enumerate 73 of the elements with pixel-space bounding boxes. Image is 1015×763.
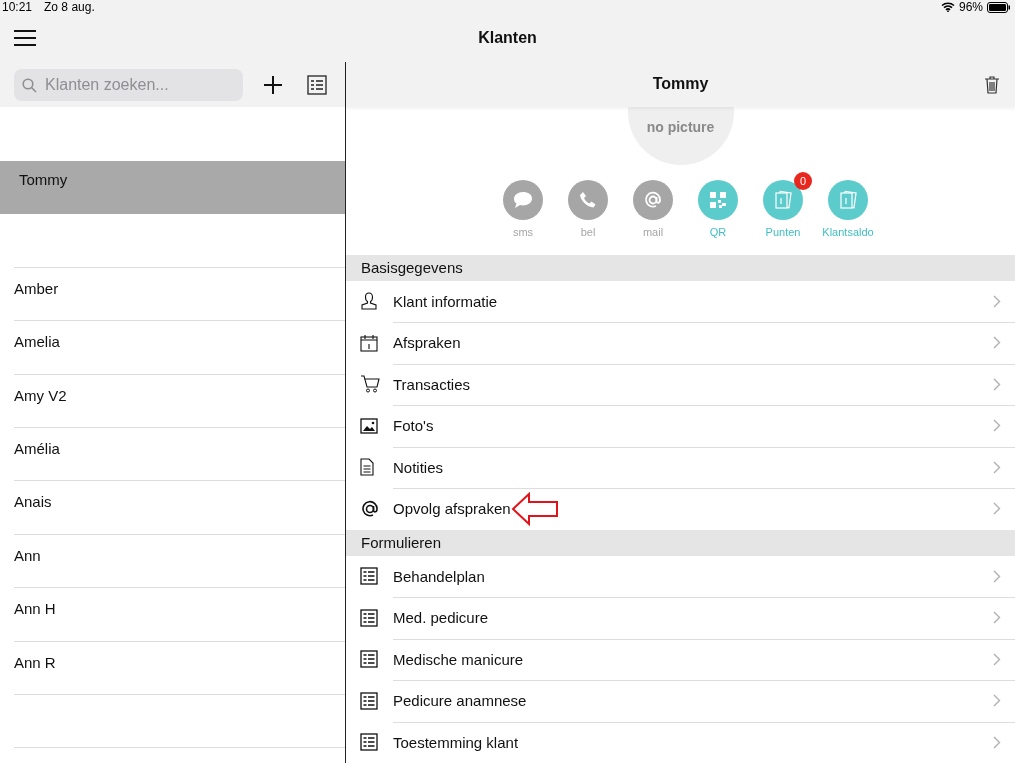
menu-row[interactable]: Med. pedicure bbox=[346, 597, 1015, 639]
menu-row[interactable]: Foto's bbox=[346, 405, 1015, 447]
page-title: Klanten bbox=[478, 29, 537, 47]
action-label: Punten bbox=[765, 225, 801, 238]
menu-row[interactable]: Behandelplan bbox=[346, 555, 1015, 597]
form-icon bbox=[360, 567, 378, 586]
chevron-icon bbox=[993, 652, 1001, 666]
count-badge: 0 bbox=[794, 171, 812, 190]
client-item[interactable]: Ann bbox=[14, 534, 345, 589]
chevron-icon bbox=[993, 694, 1001, 708]
chevron-icon bbox=[993, 502, 1001, 516]
action-button[interactable] bbox=[633, 179, 673, 220]
section-header: Formulieren bbox=[346, 529, 1015, 556]
action-label: bel bbox=[580, 225, 596, 238]
add-icon[interactable] bbox=[263, 74, 283, 95]
battery-percentage: 96% bbox=[958, 0, 983, 14]
chevron-icon bbox=[993, 294, 1001, 308]
client-item[interactable]: Ann R bbox=[14, 641, 345, 695]
menu-row[interactable]: Afspraken bbox=[346, 322, 1015, 364]
chevron-icon bbox=[993, 377, 1001, 391]
at-sign-icon bbox=[643, 189, 663, 210]
battery-icon bbox=[987, 1, 1011, 13]
cards-icon bbox=[774, 189, 792, 210]
wifi-icon bbox=[940, 2, 955, 12]
menu-row[interactable]: Opvolg afspraken bbox=[346, 488, 1015, 530]
form-icon bbox=[360, 691, 378, 710]
menu-row[interactable]: Medische manicure bbox=[346, 638, 1015, 680]
chevron-icon bbox=[993, 336, 1001, 350]
menu-row[interactable]: Notities bbox=[346, 446, 1015, 489]
client-item[interactable]: Amélia bbox=[14, 427, 345, 482]
person-icon bbox=[360, 292, 378, 311]
qr-code-icon bbox=[709, 190, 727, 209]
menu-row[interactable]: Pedicure anamnese bbox=[346, 680, 1015, 722]
shopping-cart-icon bbox=[360, 375, 380, 394]
image-icon bbox=[360, 417, 378, 434]
client-name-title: Tommy bbox=[652, 75, 709, 94]
at-sign-icon bbox=[360, 498, 380, 519]
client-item[interactable]: Tommy bbox=[0, 161, 345, 215]
chevron-icon bbox=[993, 460, 1001, 474]
phone-icon bbox=[579, 190, 597, 209]
search-input[interactable]: Klanten zoeken... bbox=[14, 68, 243, 101]
menu-icon[interactable] bbox=[14, 30, 36, 46]
status-date: Zo 8 aug. bbox=[44, 0, 95, 14]
form-icon bbox=[360, 733, 378, 752]
action-label: QR bbox=[709, 225, 727, 238]
status-time: 10:21 bbox=[2, 0, 33, 14]
section-header: Basisgegevens bbox=[346, 254, 1015, 281]
cards-icon bbox=[839, 189, 857, 210]
form-icon bbox=[360, 608, 378, 627]
action-button[interactable] bbox=[568, 179, 608, 220]
client-item[interactable]: Anais bbox=[14, 481, 345, 535]
avatar-caption: no picture bbox=[646, 118, 715, 135]
client-item[interactable]: Amber bbox=[14, 267, 345, 322]
trash-icon[interactable] bbox=[985, 76, 999, 94]
menu-row[interactable]: Transacties bbox=[346, 363, 1015, 406]
action-label: mail bbox=[642, 225, 664, 238]
client-item[interactable]: Amy V2 bbox=[14, 374, 345, 428]
chat-bubble-icon bbox=[513, 190, 533, 209]
client-item[interactable]: Ann H bbox=[14, 588, 345, 642]
form-icon bbox=[360, 650, 378, 669]
form-list-icon[interactable] bbox=[307, 74, 327, 95]
chevron-icon bbox=[993, 419, 1001, 433]
calendar-icon bbox=[360, 333, 378, 352]
chevron-icon bbox=[993, 569, 1001, 583]
menu-row[interactable]: Klant informatie bbox=[346, 280, 1015, 323]
chevron-icon bbox=[993, 735, 1001, 749]
action-label: sms bbox=[512, 225, 534, 238]
document-icon bbox=[360, 458, 374, 477]
chevron-icon bbox=[993, 611, 1001, 625]
action-button[interactable] bbox=[503, 179, 543, 220]
menu-row[interactable]: Toestemming klant bbox=[346, 721, 1015, 763]
client-item[interactable]: Amelia bbox=[14, 321, 345, 375]
action-label: Klantsaldo bbox=[822, 225, 874, 238]
